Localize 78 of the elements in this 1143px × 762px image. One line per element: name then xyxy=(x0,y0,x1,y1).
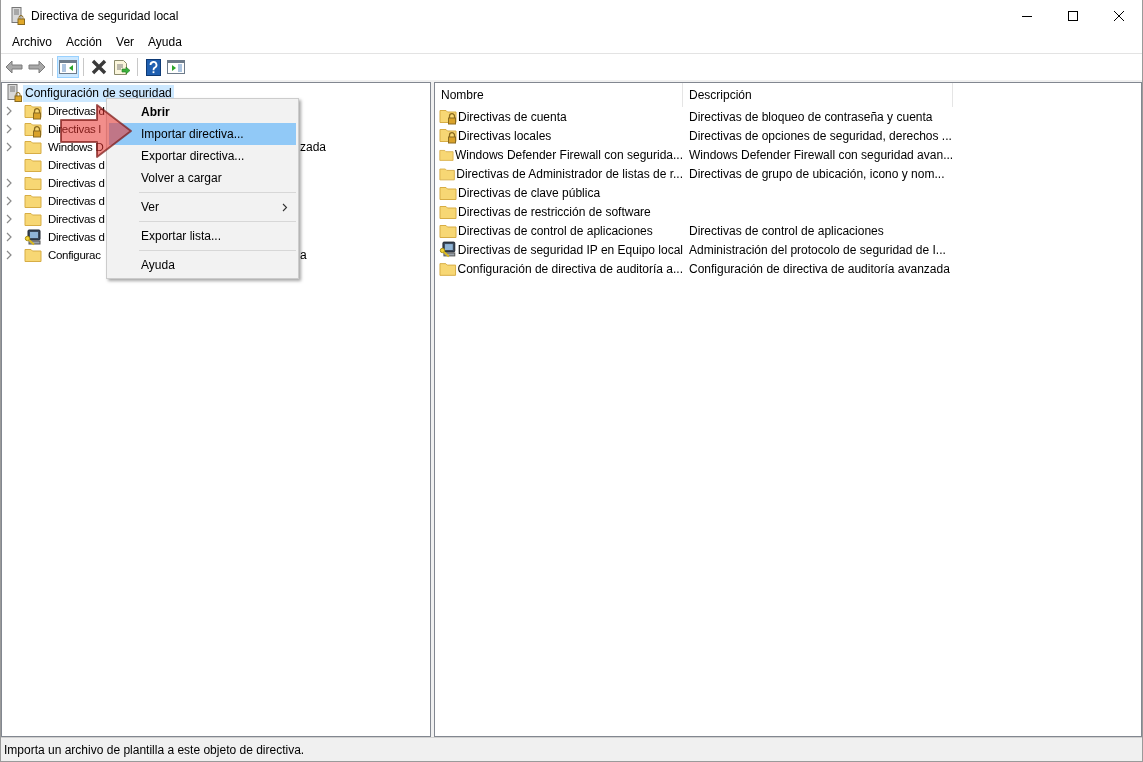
tree-item[interactable]: Configuración de seguridad xyxy=(23,84,174,102)
folder-icon xyxy=(439,203,457,220)
folder-icon xyxy=(24,157,42,173)
menu-item[interactable]: Ayuda xyxy=(141,254,296,276)
menu-item[interactable]: Archivo xyxy=(5,32,59,52)
expand-chevron-icon[interactable] xyxy=(5,250,13,260)
list-item[interactable]: Configuración de directiva de auditoría a... xyxy=(457,261,683,276)
folder-icon xyxy=(24,247,42,263)
folder-icon xyxy=(24,211,42,227)
list-item[interactable]: Directivas de clave pública xyxy=(458,185,601,200)
tree-item[interactable]: Directivas d xyxy=(47,156,106,174)
tree-item[interactable]: Windows D xyxy=(47,138,105,156)
folder-icon xyxy=(439,184,457,201)
status-text: Importa un archivo de plantilla a este objeto de directiva. xyxy=(4,742,305,757)
menu-item[interactable]: Acción xyxy=(59,32,110,52)
expand-chevron-icon[interactable] xyxy=(5,214,13,224)
expand-chevron-icon[interactable] xyxy=(5,232,13,242)
expand-chevron-icon[interactable] xyxy=(5,142,13,152)
folder-icon xyxy=(439,165,456,182)
table-cell-text: Directivas de bloqueo de contraseña y cuenta xyxy=(688,109,934,124)
server-lock-icon xyxy=(11,6,25,25)
menu-item[interactable]: Ver xyxy=(109,32,142,52)
table-cell-text: Directivas de control de aplicaciones xyxy=(688,223,885,238)
list-item[interactable]: Windows Defender Firewall con segurida... xyxy=(454,147,683,162)
table-cell-text: Directivas de opciones de seguridad, derechos ... xyxy=(688,128,953,143)
expand-chevron-icon[interactable] xyxy=(5,196,13,206)
help-icon xyxy=(145,58,161,76)
locked-folder-icon xyxy=(439,108,457,125)
tree-item[interactable]: Directivas d xyxy=(47,192,106,210)
menu-item[interactable]: Abrir xyxy=(141,101,296,123)
back-arrow-icon xyxy=(5,60,23,74)
folder-icon xyxy=(24,139,42,155)
table-cell-text: Configuración de directiva de auditoría avanzada xyxy=(688,261,951,276)
column-header[interactable]: Nombre xyxy=(435,83,683,107)
locked-folder-icon xyxy=(24,102,42,120)
tree-item-text: zada xyxy=(300,140,328,154)
locked-folder-icon xyxy=(439,127,457,144)
expand-chevron-icon[interactable] xyxy=(5,178,13,188)
folder-icon xyxy=(439,260,457,277)
folder-icon xyxy=(439,222,457,239)
menu-item[interactable]: Ayuda xyxy=(141,32,189,52)
expand-chevron-icon[interactable] xyxy=(5,124,13,134)
computer-key-icon xyxy=(24,228,42,246)
export-list-icon xyxy=(113,58,131,76)
list-item[interactable]: Directivas de restricción de software xyxy=(458,204,651,219)
table-cell-text: Windows Defender Firewall con seguridad avan... xyxy=(688,147,953,162)
tree-item[interactable]: Directivas d xyxy=(47,228,106,246)
list-item[interactable]: Directivas de seguridad IP en Equipo local xyxy=(457,242,683,257)
delete-icon xyxy=(91,59,107,75)
menu-item[interactable]: Volver a cargar xyxy=(141,167,296,189)
list-item[interactable]: Directivas de Administrador de listas de r... xyxy=(456,166,683,181)
folder-icon xyxy=(24,193,42,209)
tree-item[interactable]: Configurac xyxy=(47,246,102,264)
tree-item-text: a xyxy=(300,248,308,262)
list-item[interactable]: Directivas de cuenta xyxy=(458,109,567,124)
menu-item[interactable]: Ver xyxy=(141,196,296,218)
maximize-icon xyxy=(1068,10,1078,21)
tree-item[interactable]: Directivas d xyxy=(47,102,106,120)
table-cell-text: Administración del protocolo de seguridad de I... xyxy=(688,242,947,257)
computer-key-icon xyxy=(439,241,457,258)
expand-chevron-icon[interactable] xyxy=(5,106,13,116)
window-title: Directiva de seguridad local xyxy=(31,8,180,23)
action-pane-icon xyxy=(167,59,185,75)
tree-item[interactable]: Directivas d xyxy=(47,174,106,192)
menu-item[interactable]: Exportar lista... xyxy=(141,225,296,247)
locked-folder-icon xyxy=(24,120,42,138)
tree-item[interactable]: Directivas d xyxy=(47,210,106,228)
folder-icon xyxy=(24,175,42,191)
close-icon xyxy=(1114,10,1124,21)
menu-item[interactable]: Exportar directiva... xyxy=(141,145,296,167)
list-item[interactable]: Directivas locales xyxy=(458,128,552,143)
column-header[interactable]: Descripción xyxy=(683,83,953,107)
tree-pane-icon xyxy=(59,59,77,75)
forward-arrow-icon xyxy=(28,60,46,74)
menu-item[interactable]: Importar directiva... xyxy=(109,123,296,145)
server-lock-icon xyxy=(7,84,23,102)
list-item[interactable]: Directivas de control de aplicaciones xyxy=(458,223,653,238)
table-cell-text: Directivas de grupo de ubicación, icono y nom... xyxy=(688,166,946,181)
